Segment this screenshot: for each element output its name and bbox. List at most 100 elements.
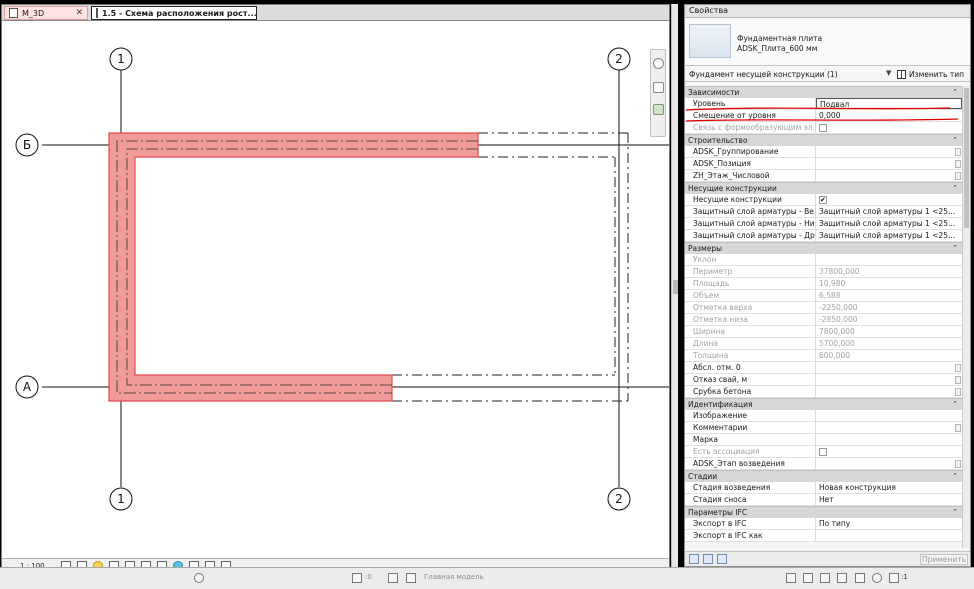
view-scrollbar[interactable] bbox=[671, 4, 678, 585]
chevron-down-icon[interactable]: ▼ bbox=[886, 69, 891, 77]
group-label: Стадии bbox=[688, 472, 718, 481]
type-selector[interactable]: Фундаментная плита ADSK_Плита_600 мм bbox=[685, 18, 970, 66]
property-row[interactable]: Несущие конструкции bbox=[685, 194, 962, 206]
sync-icon[interactable] bbox=[352, 573, 362, 583]
apply-button[interactable]: Применить bbox=[920, 554, 968, 565]
edit-button[interactable] bbox=[955, 364, 961, 372]
property-row: Длина 5700,000 bbox=[685, 338, 962, 350]
group-label: Строительство bbox=[688, 136, 748, 145]
property-row[interactable]: Стадия сноса Нет bbox=[685, 494, 962, 506]
property-row[interactable]: Срубка бетона bbox=[685, 386, 962, 398]
design-options-icon[interactable] bbox=[388, 573, 398, 583]
group-identity[interactable]: Идентификация ⌃ bbox=[685, 398, 962, 410]
properties-grid: Зависимости ⌃ Уровень Подвал Смещение от у… bbox=[685, 86, 962, 548]
sort-ascending-icon[interactable] bbox=[703, 554, 713, 564]
collapse-icon[interactable]: ⌃ bbox=[952, 243, 958, 254]
group-phasing[interactable]: Стадии ⌃ bbox=[685, 470, 962, 482]
zoom-icon[interactable] bbox=[653, 104, 664, 115]
edit-button[interactable] bbox=[955, 388, 961, 396]
collapse-icon[interactable]: ⌃ bbox=[952, 507, 958, 518]
plan-drawing[interactable]: 1 2 1 2 Б А bbox=[2, 21, 669, 558]
edit-button[interactable] bbox=[955, 460, 961, 468]
collapse-icon[interactable]: ⌃ bbox=[952, 135, 958, 146]
property-row[interactable]: Абсл. отм. 0 bbox=[685, 362, 962, 374]
edit-button[interactable] bbox=[955, 172, 961, 180]
collapse-icon[interactable]: ⌃ bbox=[952, 471, 958, 482]
pan-icon[interactable] bbox=[653, 82, 664, 93]
property-row[interactable]: ZH_Этаж_Числовой bbox=[685, 170, 962, 182]
group-dimensions[interactable]: Размеры ⌃ bbox=[685, 242, 962, 254]
instance-filter-dropdown[interactable]: Фундамент несущей конструкции (1) bbox=[689, 70, 838, 79]
group-constraints[interactable]: Зависимости ⌃ bbox=[685, 86, 962, 98]
property-row[interactable]: Отказ свай, м bbox=[685, 374, 962, 386]
selected-foundation-slab bbox=[108, 132, 479, 402]
property-row[interactable]: Стадия возведения Новая конструкция bbox=[685, 482, 962, 494]
grid-label-a: А bbox=[23, 380, 32, 394]
categorized-sort-icon[interactable] bbox=[689, 554, 699, 564]
tab-label: 1.5 - Схема расположения рост... bbox=[102, 8, 257, 18]
edit-button[interactable] bbox=[955, 160, 961, 168]
sort-descending-icon[interactable] bbox=[717, 554, 727, 564]
structural-checkbox[interactable] bbox=[819, 195, 827, 205]
property-row[interactable]: ADSK_Группирование bbox=[685, 146, 962, 158]
property-row[interactable]: Изображение bbox=[685, 410, 962, 422]
property-row[interactable]: Защитный слой арматуры - Ни... Защитный с… bbox=[685, 218, 962, 230]
property-row[interactable]: Экспорт в IFC как bbox=[685, 530, 962, 542]
group-structural[interactable]: Несущие конструкции ⌃ bbox=[685, 182, 962, 194]
property-row[interactable]: Комментарии bbox=[685, 422, 962, 434]
grid-label-1-bottom: 1 bbox=[117, 492, 125, 506]
property-row: Отметка низа -2850,000 bbox=[685, 314, 962, 326]
steering-wheel-icon[interactable] bbox=[653, 58, 664, 69]
drag-elements-icon[interactable] bbox=[855, 573, 865, 583]
property-row-offset[interactable]: Смещение от уровня 0,000 bbox=[685, 110, 962, 122]
edit-type-button[interactable]: Изменить тип bbox=[897, 68, 964, 80]
group-construction[interactable]: Строительство ⌃ bbox=[685, 134, 962, 146]
property-row[interactable]: Защитный слой арматуры - Ве... Защитный с… bbox=[685, 206, 962, 218]
status-zero: :0 bbox=[365, 573, 372, 581]
grid-label-1-top: 1 bbox=[117, 52, 125, 66]
property-row[interactable]: ADSK_Этап возведения bbox=[685, 458, 962, 470]
property-row: Уклон bbox=[685, 254, 962, 266]
property-row[interactable]: Экспорт в IFC По типу bbox=[685, 518, 962, 530]
collapse-icon[interactable]: ⌃ bbox=[952, 87, 958, 98]
collapse-icon[interactable]: ⌃ bbox=[952, 399, 958, 410]
select-underlay-icon[interactable] bbox=[803, 573, 813, 583]
group-ifc[interactable]: Параметры IFC ⌃ bbox=[685, 506, 962, 518]
instance-filter-bar: Фундамент несущей конструкции (1) ▼ Изме… bbox=[685, 67, 970, 82]
navigation-bar[interactable] bbox=[650, 49, 666, 137]
checkbox bbox=[819, 448, 827, 456]
active-model[interactable]: Главная модель bbox=[424, 573, 484, 581]
grid-label-b: Б bbox=[23, 138, 31, 152]
group-label: Зависимости bbox=[688, 88, 740, 97]
property-row[interactable]: ADSK_Позиция bbox=[685, 158, 962, 170]
edit-type-icon bbox=[897, 69, 906, 79]
group-label: Размеры bbox=[688, 244, 723, 253]
properties-scrollbar[interactable] bbox=[962, 86, 970, 548]
tab-3d-view[interactable]: М_3D ✕ bbox=[4, 6, 88, 20]
level-value[interactable]: Подвал bbox=[816, 98, 962, 109]
properties-footer: Применить bbox=[685, 551, 970, 566]
selection-count: :1 bbox=[901, 573, 908, 581]
properties-panel: Свойства Фундаментная плита ADSK_Плита_6… bbox=[684, 4, 971, 567]
edit-button[interactable] bbox=[955, 376, 961, 384]
select-links-icon[interactable] bbox=[786, 573, 796, 583]
edit-button[interactable] bbox=[955, 424, 961, 432]
edit-button[interactable] bbox=[955, 148, 961, 156]
edit-type-label: Изменить тип bbox=[909, 69, 964, 79]
drawing-canvas[interactable]: 1 2 1 2 Б А bbox=[2, 21, 669, 558]
property-row-level[interactable]: Уровень Подвал bbox=[685, 98, 962, 110]
select-pinned-icon[interactable] bbox=[820, 573, 830, 583]
collapse-icon[interactable]: ⌃ bbox=[952, 183, 958, 194]
property-row[interactable]: Защитный слой арматуры - Др... Защитный с… bbox=[685, 230, 962, 242]
close-icon[interactable]: ✕ bbox=[69, 8, 83, 18]
drawing-view[interactable]: М_3D ✕ 1.5 - Схема расположения рост... bbox=[1, 4, 670, 585]
filter-icon[interactable] bbox=[889, 573, 899, 583]
select-by-face-icon[interactable] bbox=[837, 573, 847, 583]
tab-plan-view[interactable]: 1.5 - Схема расположения рост... bbox=[91, 6, 257, 20]
model-icon[interactable] bbox=[406, 573, 416, 583]
workset-icon[interactable] bbox=[194, 573, 204, 583]
background-process-icon[interactable] bbox=[872, 573, 882, 583]
property-row[interactable]: Марка bbox=[685, 434, 962, 446]
group-label: Несущие конструкции bbox=[688, 184, 777, 193]
offset-value[interactable]: 0,000 bbox=[816, 110, 962, 121]
